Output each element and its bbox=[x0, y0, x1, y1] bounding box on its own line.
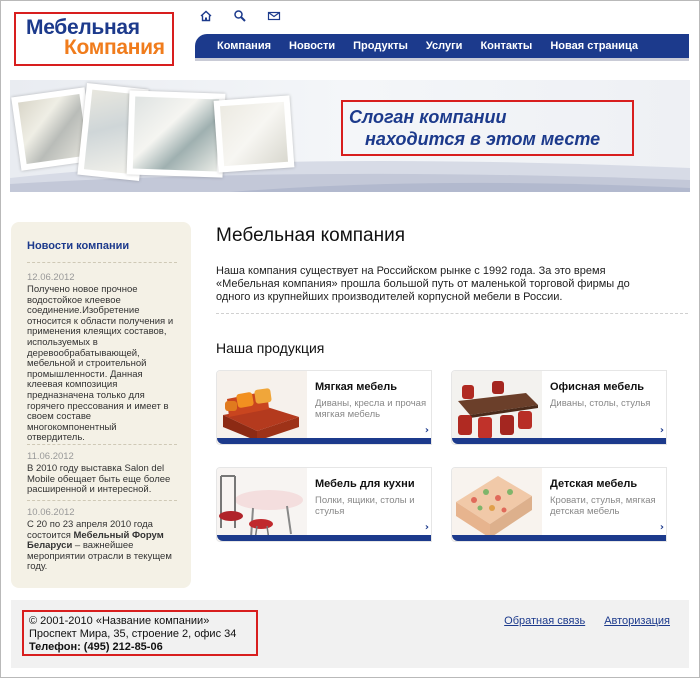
mail-icon[interactable] bbox=[266, 8, 282, 24]
company-logo[interactable]: Мебельная Компания bbox=[14, 12, 174, 66]
sidebar-divider bbox=[27, 262, 177, 263]
chevron-right-icon: › bbox=[659, 522, 664, 533]
news-sidebar: Новости компании 12.06.2012 Получено нов… bbox=[11, 222, 191, 588]
nav-shadow bbox=[195, 58, 689, 61]
main-nav: Компания Новости Продукты Услуги Контакт… bbox=[195, 34, 689, 58]
footer-address: Проспект Мира, 35, строение 2, офис 34 bbox=[29, 628, 237, 640]
footer-copyright: © 2001-2010 «Название компании» bbox=[29, 615, 210, 627]
product-card-soft[interactable]: Мягкая мебель Диваны, кресла и прочая мя… bbox=[216, 370, 432, 445]
home-icon[interactable] bbox=[198, 8, 214, 24]
chevron-right-icon: › bbox=[424, 522, 429, 533]
card-bar bbox=[452, 438, 666, 444]
news-date: 12.06.2012 bbox=[27, 272, 75, 283]
card-bar bbox=[452, 535, 666, 541]
nav-item-new-page[interactable]: Новая страница bbox=[550, 40, 638, 52]
product-title: Офисная мебель bbox=[550, 381, 645, 393]
product-desc: Диваны, кресла и прочая мягкая мебель bbox=[315, 398, 427, 420]
logo-line1: Мебельная bbox=[26, 16, 140, 39]
product-card-kitchen[interactable]: Мебель для кухни Полки, ящики, столы и с… bbox=[216, 467, 432, 542]
products-title: Наша продукция bbox=[216, 340, 325, 356]
nav-item-news[interactable]: Новости bbox=[289, 40, 335, 52]
product-card-kids[interactable]: Детская мебель Кровати, стулья, мягкая д… bbox=[451, 467, 667, 542]
office-furniture-image bbox=[452, 371, 542, 444]
product-title: Мебель для кухни bbox=[315, 478, 415, 490]
card-bar bbox=[217, 535, 431, 541]
news-text[interactable]: Получено новое прочное водостойкое клеев… bbox=[27, 284, 177, 444]
product-card-office[interactable]: Офисная мебель Диваны, столы, стулья › bbox=[451, 370, 667, 445]
search-icon[interactable] bbox=[232, 8, 248, 24]
news-date: 10.06.2012 bbox=[27, 507, 75, 518]
nav-item-services[interactable]: Услуги bbox=[426, 40, 463, 52]
top-icons bbox=[198, 8, 282, 24]
sidebar-title[interactable]: Новости компании bbox=[27, 240, 129, 252]
kids-furniture-image bbox=[452, 468, 542, 541]
news-item: 11.06.2012 В 2010 году выставка Salon de… bbox=[27, 451, 177, 496]
nav-item-company[interactable]: Компания bbox=[217, 40, 271, 52]
footer-phone: Телефон: (495) 212-85-06 bbox=[29, 641, 163, 653]
nav-item-products[interactable]: Продукты bbox=[353, 40, 408, 52]
banner-photo-4 bbox=[213, 95, 295, 173]
news-text[interactable]: С 20 по 23 апреля 2010 года состоится Ме… bbox=[27, 519, 177, 573]
footer-info-box: © 2001-2010 «Название компании» Проспект… bbox=[22, 610, 258, 656]
news-text[interactable]: В 2010 году выставка Salon del Mobile об… bbox=[27, 463, 177, 496]
content-divider bbox=[216, 313, 688, 314]
logo-line2: Компания bbox=[64, 36, 165, 59]
kitchen-furniture-image bbox=[217, 468, 307, 541]
card-bar bbox=[217, 438, 431, 444]
news-item: 10.06.2012 С 20 по 23 апреля 2010 года с… bbox=[27, 507, 177, 573]
nav-item-contacts[interactable]: Контакты bbox=[480, 40, 532, 52]
sidebar-divider bbox=[27, 444, 177, 445]
product-desc: Полки, ящики, столы и стулья bbox=[315, 495, 415, 517]
product-desc: Диваны, столы, стулья bbox=[550, 398, 651, 409]
product-desc: Кровати, стулья, мягкая детская мебель bbox=[550, 495, 656, 517]
footer-links: Обратная связь Авторизация bbox=[504, 615, 670, 627]
news-date: 11.06.2012 bbox=[27, 451, 74, 462]
slogan-line2: находится в этом месте bbox=[365, 129, 601, 149]
chevron-right-icon: › bbox=[659, 425, 664, 436]
chevron-right-icon: › bbox=[424, 425, 429, 436]
news-item: 12.06.2012 Получено новое прочное водост… bbox=[27, 272, 177, 444]
product-title: Детская мебель bbox=[550, 478, 638, 490]
slogan-line1: Слоган компании bbox=[349, 107, 507, 127]
feedback-link[interactable]: Обратная связь bbox=[504, 615, 585, 627]
sofa-image bbox=[217, 371, 307, 444]
product-title: Мягкая мебель bbox=[315, 381, 398, 393]
intro-text: Наша компания существует на Российском р… bbox=[216, 265, 630, 303]
banner-photo-3 bbox=[126, 90, 226, 178]
sidebar-divider bbox=[27, 500, 177, 501]
page-title: Мебельная компания bbox=[216, 225, 406, 246]
login-link[interactable]: Авторизация bbox=[604, 615, 670, 627]
slogan-box: Слоган компании находится в этом месте bbox=[341, 100, 634, 156]
